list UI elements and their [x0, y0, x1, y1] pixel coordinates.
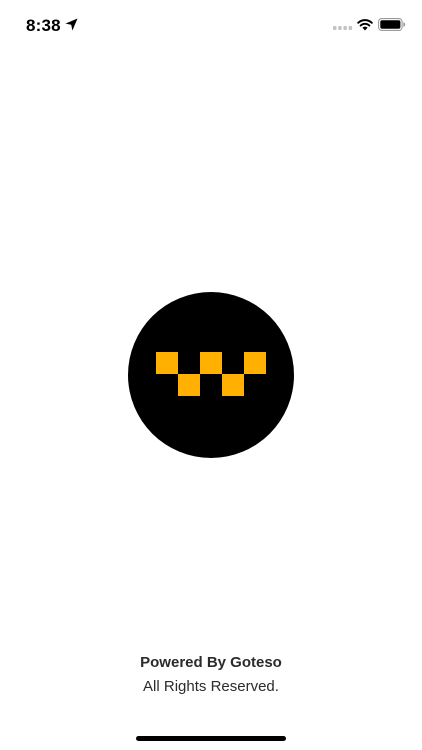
location-arrow-icon	[65, 18, 78, 31]
powered-by-text: Powered By Goteso	[140, 654, 282, 671]
home-indicator[interactable]	[136, 736, 286, 741]
battery-icon	[378, 18, 406, 31]
rights-text: All Rights Reserved.	[143, 678, 279, 695]
status-bar: 8:38	[0, 0, 422, 50]
cellular-signal-icon	[333, 26, 353, 30]
app-logo	[128, 292, 294, 458]
taxi-checker-logo-icon	[156, 352, 266, 396]
status-time: 8:38	[26, 16, 61, 35]
wifi-icon	[357, 19, 373, 31]
